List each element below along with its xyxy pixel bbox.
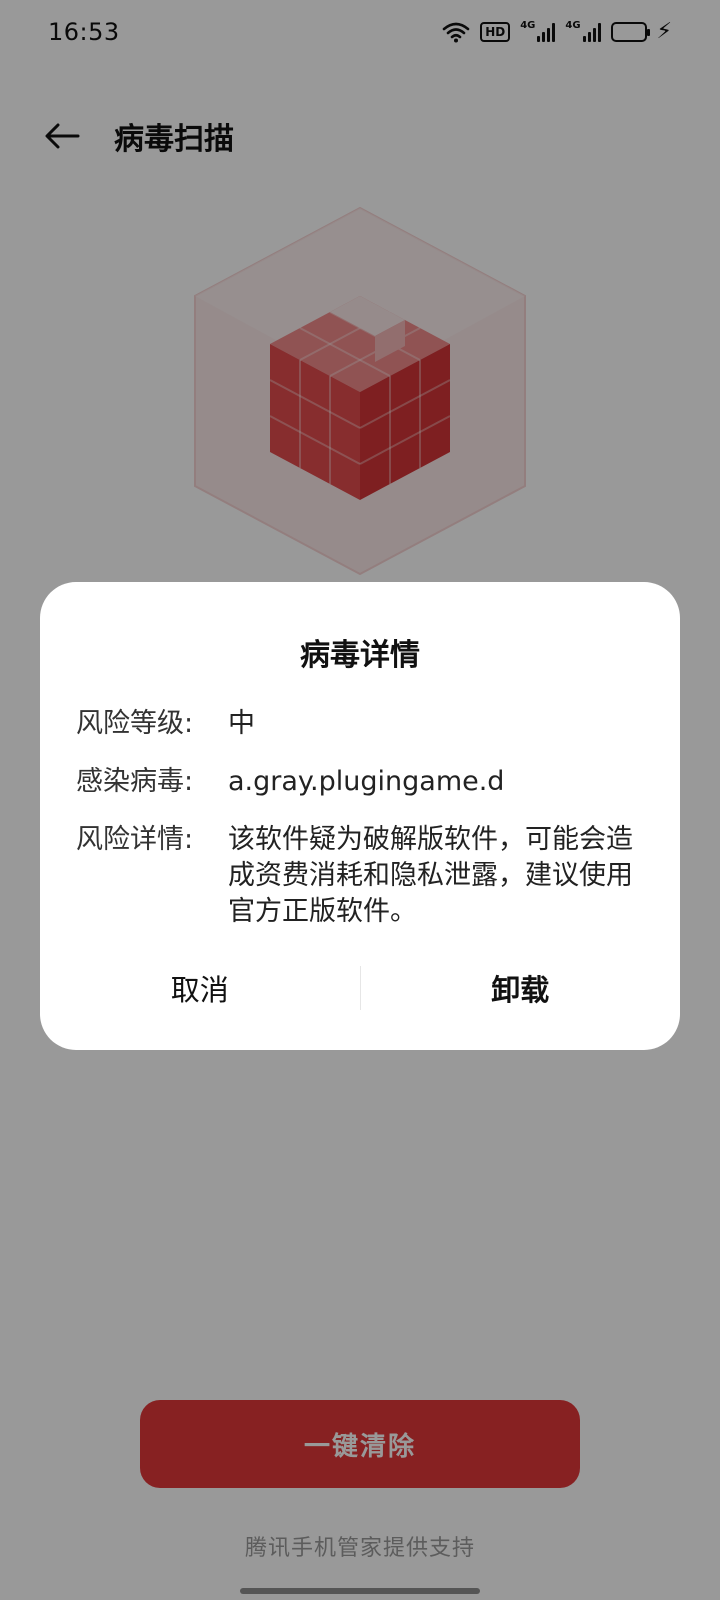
home-indicator[interactable] xyxy=(240,1588,480,1594)
infected-virus-row: 感染病毒: a.gray.plugingame.d xyxy=(76,764,656,800)
risk-level-row: 风险等级: 中 xyxy=(76,706,656,742)
risk-details-value: 该软件疑为破解版软件，可能会造成资费消耗和隐私泄露，建议使用官方正版软件。 xyxy=(228,824,633,927)
risk-level-value: 中 xyxy=(228,708,255,739)
dialog-actions: 取消 卸载 xyxy=(40,952,680,1024)
infected-virus-value: a.gray.plugingame.d xyxy=(228,766,505,797)
risk-details-row: 风险详情: 该软件疑为破解版软件，可能会造成资费消耗和隐私泄露，建议使用官方正版… xyxy=(76,822,656,930)
virus-details-dialog: 病毒详情 风险等级: 中 感染病毒: a.gray.plugingame.d 风… xyxy=(40,582,680,1050)
risk-details-label: 风险详情: xyxy=(76,824,194,855)
risk-level-label: 风险等级: xyxy=(76,708,194,739)
uninstall-button[interactable]: 卸载 xyxy=(361,952,681,1024)
dialog-title: 病毒详情 xyxy=(300,638,420,673)
cancel-button[interactable]: 取消 xyxy=(40,952,360,1024)
infected-virus-label: 感染病毒: xyxy=(76,766,194,797)
